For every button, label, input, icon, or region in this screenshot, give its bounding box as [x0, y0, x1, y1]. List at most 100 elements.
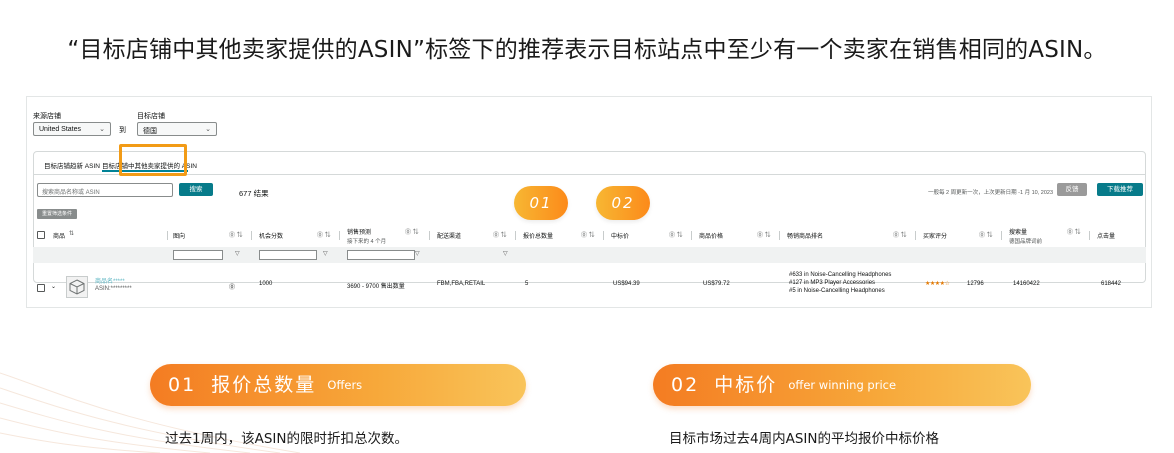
search-volume-value: 14160422 [1013, 281, 1040, 287]
help-icon[interactable]: ⓪ ⇅ [493, 230, 507, 239]
source-store-select[interactable]: United States ⌄ [33, 122, 111, 136]
col-sales-forecast-label: 销售预测 [347, 230, 372, 236]
col-separator [779, 231, 780, 240]
marker-01: 01 [514, 186, 568, 220]
help-icon[interactable]: ⓪ ⇅ [757, 230, 771, 239]
table-row[interactable]: ⌄ 商品名***** ASIN:********* ⓪ 1000 3690 - … [33, 267, 1146, 307]
tab-new-asins[interactable]: 目标店铺趋新 ASIN [44, 160, 100, 170]
sales-forecast-filter[interactable] [347, 250, 415, 260]
source-store-label: 来源店铺 [33, 113, 61, 120]
highlight-box [119, 144, 187, 176]
col-separator [167, 231, 168, 240]
filter-icon[interactable]: ▽ [235, 250, 240, 257]
table-header: 商品 ⇅ 图向 ⓪ ⇅ 机会分数 ⓪ ⇅ 销售预测 接下来的 4 个月 ⓪ ⇅ … [33, 225, 1146, 245]
col-separator [915, 231, 916, 240]
chevron-down-icon: ⌄ [205, 126, 211, 133]
help-icon[interactable]: ⓪ ⇅ [405, 227, 419, 236]
brand-help-icon[interactable]: ⓪ [229, 282, 235, 291]
col-sales-forecast[interactable]: 销售预测 接下来的 4 个月 [347, 227, 386, 245]
col-opportunity-score[interactable]: 机会分数 [259, 231, 283, 240]
fulfillment-value: FBM,FBA,RETAIL [437, 281, 486, 287]
expand-chevron-icon[interactable]: ⌄ [51, 283, 56, 290]
col-product[interactable]: 商品 [53, 231, 65, 240]
col-separator [515, 231, 516, 240]
callout-offers-description: 过去1周内，该ASIN的限时折扣总次数。 [165, 431, 408, 447]
product-name-link[interactable]: 商品名***** [95, 276, 125, 285]
help-icon[interactable]: ⓪ ⇅ [979, 230, 993, 239]
row-checkbox[interactable] [37, 284, 45, 292]
download-button[interactable]: 下载推荐 [1097, 183, 1143, 196]
help-icon[interactable]: ⓪ ⇅ [229, 230, 243, 239]
help-icon[interactable]: ⓪ ⇅ [1067, 227, 1081, 236]
col-bestseller-rank[interactable]: 畅销商品排名 [787, 231, 823, 240]
target-store-label: 目标店铺 [137, 113, 165, 120]
page-headline: “目标店铺中其他卖家提供的ASIN”标签下的推荐表示目标站点中至少有一个卖家在销… [67, 37, 1107, 63]
select-all-checkbox[interactable] [37, 231, 45, 239]
col-sales-forecast-sub: 接下来的 4 个月 [347, 239, 387, 245]
col-brand[interactable]: 图向 [173, 231, 185, 240]
search-input[interactable]: 搜索商品名称或 ASIN [37, 183, 173, 197]
filter-icon[interactable]: ▽ [323, 250, 328, 257]
callout-offers-title: 报价总数量 [211, 374, 317, 396]
callout-winning-price: 02 中标价 offer winning price [653, 364, 1031, 406]
star-rating-icon: ★★★★☆ [925, 281, 950, 287]
product-price-value: US$79.72 [703, 281, 730, 287]
to-label: 到 [119, 127, 126, 134]
help-icon[interactable]: ⓪ ⇅ [581, 230, 595, 239]
col-separator [691, 231, 692, 240]
col-winning-price[interactable]: 中标价 [611, 231, 629, 240]
product-asin: ASIN:********* [95, 286, 132, 292]
col-offer-count[interactable]: 报价总数量 [523, 231, 553, 240]
callout-winning-price-description: 目标市场过去4周内ASIN的平均报价中标价格 [669, 431, 939, 447]
filter-icon[interactable]: ▽ [503, 250, 508, 257]
filter-row: ▽ ▽ ▽ ▽ [33, 247, 1146, 263]
col-separator [339, 231, 340, 240]
help-icon[interactable]: ⓪ ⇅ [669, 230, 683, 239]
sort-icon[interactable]: ⇅ [69, 230, 74, 237]
rank-line: #633 in Noise-Cancelling Headphones [789, 272, 892, 278]
product-image [66, 276, 88, 298]
col-separator [1001, 231, 1002, 240]
search-button[interactable]: 搜索 [179, 183, 213, 196]
offer-count-value: 5 [525, 281, 529, 287]
col-product-price[interactable]: 商品价格 [699, 231, 723, 240]
col-clicks[interactable]: 点击量 [1097, 231, 1115, 240]
sales-forecast-value: 3690 - 9700 售出数量 [347, 284, 405, 290]
callout-offers-num: 01 [168, 374, 197, 396]
filter-icon[interactable]: ▽ [415, 250, 420, 257]
help-icon[interactable]: ⓪ ⇅ [317, 230, 331, 239]
col-separator [251, 231, 252, 240]
clicks-value: 618442 [1101, 281, 1122, 287]
col-separator [429, 231, 430, 240]
rank-line: #127 in MP3 Player Accessories [789, 280, 876, 286]
recommendations-panel: 目标店铺趋新 ASIN 目标店铺中其他卖家提供的 ASIN [33, 151, 1146, 283]
col-search-volume[interactable]: 搜索量 德国品牌词前 [1009, 227, 1042, 245]
target-store-select[interactable]: 德国 ⌄ [137, 122, 217, 136]
callout-winning-price-title: 中标价 [714, 374, 778, 396]
col-separator [1089, 231, 1090, 240]
callout-winning-price-subtitle: offer winning price [788, 378, 897, 392]
seller-central-screenshot: 来源店铺 United States ⌄ 到 目标店铺 德国 ⌄ 目标店铺趋新 … [26, 96, 1152, 308]
target-store-value: 德国 [143, 128, 157, 135]
source-store-value: United States [39, 126, 82, 133]
callout-offers: 01 报价总数量 Offers [150, 364, 526, 406]
callout-winning-price-num: 02 [671, 374, 700, 396]
col-search-volume-label: 搜索量 [1009, 230, 1028, 236]
rating-count: 12796 [967, 281, 984, 287]
update-note: 一般每 2 周更新一次，上次更新日期 -1 月 10, 2023 [928, 190, 1053, 196]
brand-filter[interactable] [173, 250, 223, 260]
col-rating[interactable]: 买家评分 [923, 231, 947, 240]
col-fulfillment[interactable]: 配送渠道 [437, 231, 461, 240]
feedback-button[interactable]: 反馈 [1057, 183, 1087, 196]
callout-offers-subtitle: Offers [327, 378, 363, 392]
opportunity-filter[interactable] [259, 250, 317, 260]
help-icon[interactable]: ⓪ ⇅ [893, 230, 907, 239]
winning-price-value: US$94.39 [613, 281, 640, 287]
reset-filters-button[interactable]: 重置筛选条件 [37, 209, 77, 219]
box-icon [69, 279, 85, 295]
rank-line: #5 in Noise-Cancelling Headphones [789, 288, 885, 294]
result-count: 677 结果 [239, 189, 269, 198]
chevron-down-icon: ⌄ [99, 126, 105, 133]
opportunity-score-value: 1000 [259, 281, 273, 287]
col-separator [603, 231, 604, 240]
